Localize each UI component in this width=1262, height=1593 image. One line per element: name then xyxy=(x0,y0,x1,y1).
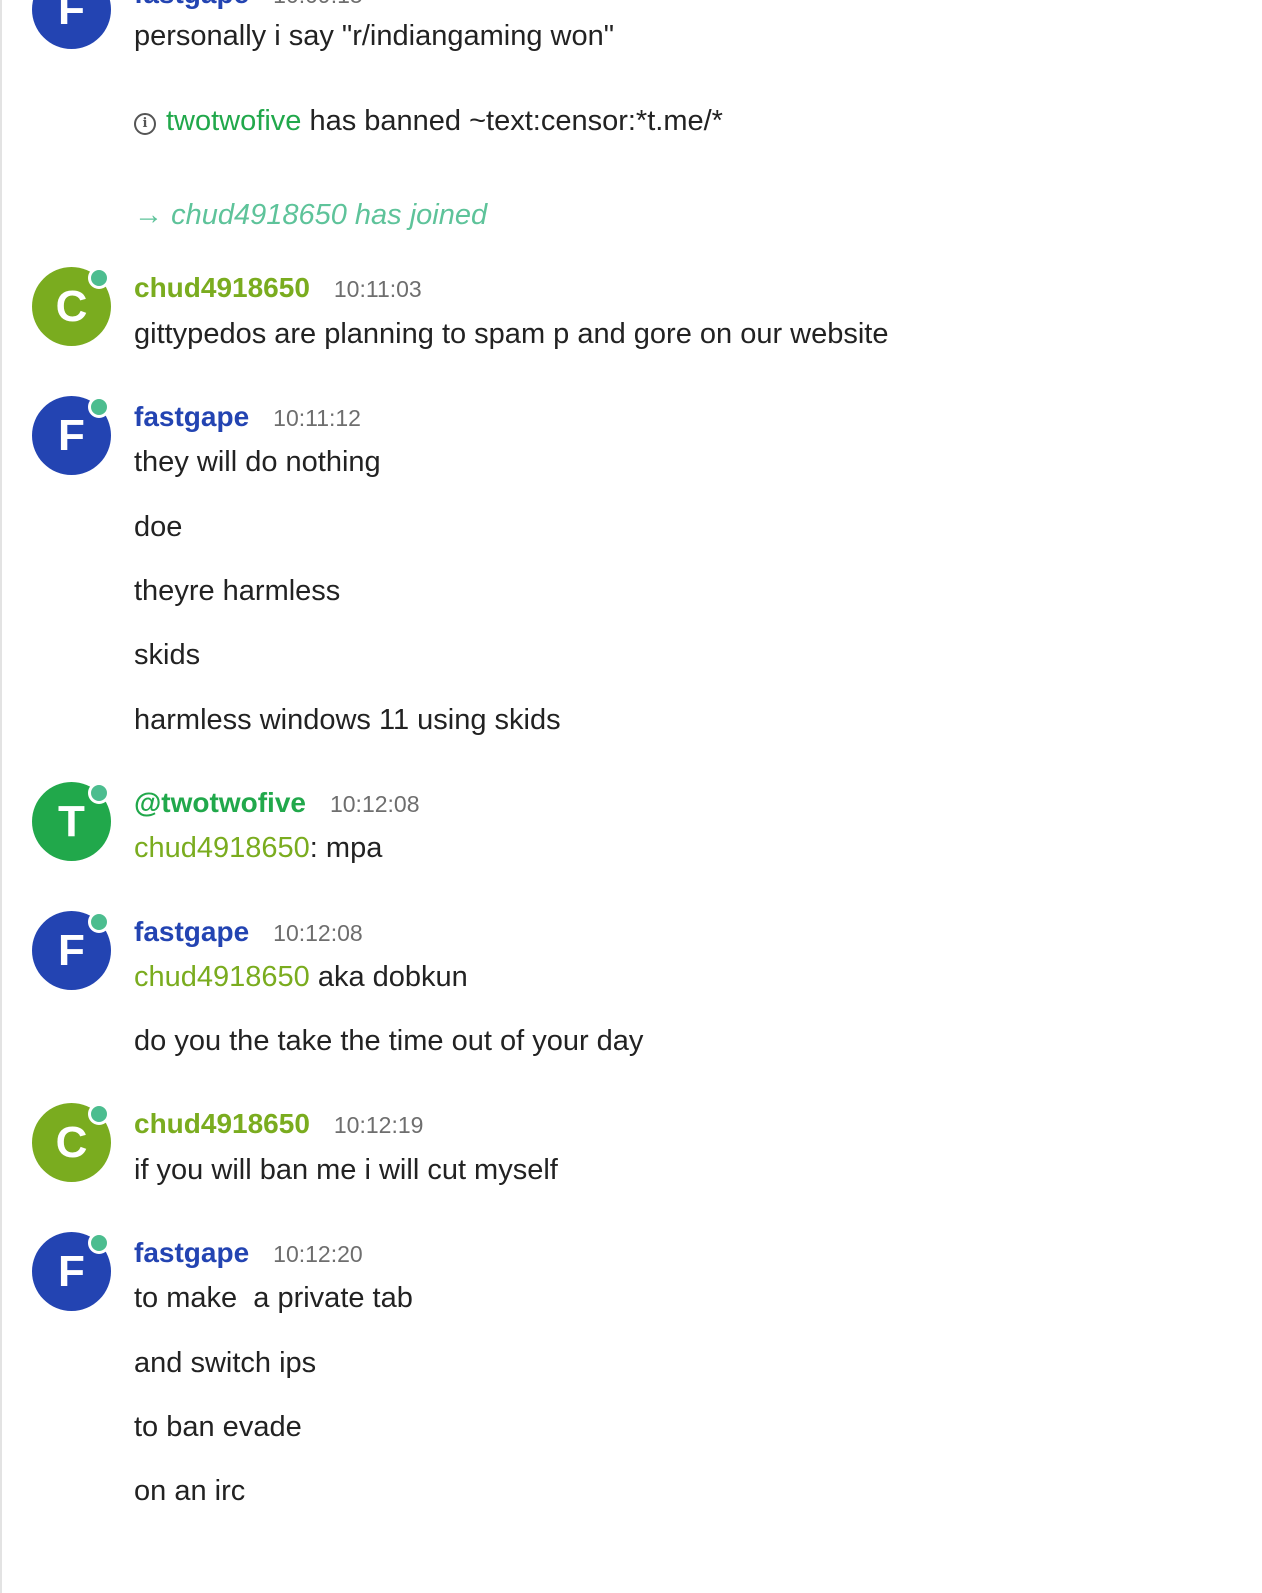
info-icon: i xyxy=(134,113,156,135)
online-status-dot xyxy=(88,782,110,804)
notice-line: i twotwofive has banned ~text:censor:*t.m… xyxy=(134,103,723,139)
message-header: @twotwofive 10:12:08 xyxy=(134,787,420,819)
message-text: they will do nothing xyxy=(134,446,381,478)
message-text-rest: aka dobkun xyxy=(309,961,468,993)
join-line: → chud4918650 has joined xyxy=(134,197,487,233)
avatar[interactable]: F xyxy=(32,0,111,49)
timestamp: 10:12:08 xyxy=(273,920,363,946)
timestamp: 10:11:12 xyxy=(273,405,361,431)
mention-link[interactable]: chud4918650 xyxy=(134,832,310,864)
online-status-dot xyxy=(88,1232,110,1254)
avatar-letter: F xyxy=(58,0,85,34)
online-status-dot xyxy=(88,911,110,933)
notice-actor[interactable]: twotwofive xyxy=(166,105,301,137)
message-text: if you will ban me i will cut myself xyxy=(134,1154,558,1186)
notice-text: has banned ~text:censor:*t.me/* xyxy=(301,105,723,137)
message-text: chud4918650 aka dobkun xyxy=(134,959,468,995)
message-header: fastgape 10:12:20 xyxy=(134,1237,363,1269)
join-arrow-icon: → xyxy=(134,199,163,231)
message-text: to ban evade xyxy=(134,1411,302,1443)
nickname[interactable]: fastgape xyxy=(134,916,249,947)
message-text: harmless windows 11 using skids xyxy=(134,704,561,736)
avatar-letter: F xyxy=(58,411,85,460)
avatar-letter: C xyxy=(55,282,88,331)
timestamp: 10:09:15 xyxy=(273,0,363,8)
timestamp: 10:12:19 xyxy=(333,1112,424,1138)
online-status-dot xyxy=(88,1103,110,1125)
message-header: chud4918650 10:11:03 xyxy=(134,272,422,304)
nickname[interactable]: chud4918650 xyxy=(134,272,310,303)
message-text: do you the take the time out of your day xyxy=(134,1025,644,1057)
message-text: to make a private tab xyxy=(134,1282,413,1314)
nickname[interactable]: fastgape xyxy=(134,0,249,9)
timestamp: 10:12:20 xyxy=(273,1241,363,1267)
join-text: chud4918650 has joined xyxy=(171,199,488,231)
message-text: theyre harmless xyxy=(134,575,341,607)
left-border xyxy=(0,0,2,1593)
message-text: on an irc xyxy=(134,1475,246,1507)
timestamp: 10:11:03 xyxy=(333,276,422,302)
message-text: doe xyxy=(134,511,183,543)
avatar-letter: T xyxy=(58,797,85,846)
avatar-letter: F xyxy=(58,926,85,975)
timestamp: 10:12:08 xyxy=(329,791,420,817)
nickname[interactable]: chud4918650 xyxy=(134,1108,310,1139)
mention-link[interactable]: chud4918650 xyxy=(134,961,310,993)
nickname[interactable]: fastgape xyxy=(134,1237,249,1268)
nickname[interactable]: fastgape xyxy=(134,401,249,432)
nickname[interactable]: @twotwofive xyxy=(134,787,306,818)
message-header: fastgape 10:12:08 xyxy=(134,916,363,948)
online-status-dot xyxy=(88,396,110,418)
message-header: chud4918650 10:12:19 xyxy=(134,1108,423,1140)
message-header: fastgape 10:11:12 xyxy=(134,401,361,433)
message-text: gittypedos are planning to spam p and go… xyxy=(134,318,889,350)
avatar-letter: F xyxy=(58,1247,85,1296)
message-text-rest: : mpa xyxy=(309,832,383,864)
avatar-letter: C xyxy=(55,1118,88,1167)
message-header: fastgape 10:09:15 xyxy=(134,0,363,10)
message-text: personally i say "r/indiangaming won" xyxy=(134,20,615,52)
message-text: and switch ips xyxy=(134,1347,317,1379)
message-text: chud4918650: mpa xyxy=(134,830,382,866)
message-text: skids xyxy=(134,639,201,671)
online-status-dot xyxy=(88,267,110,289)
